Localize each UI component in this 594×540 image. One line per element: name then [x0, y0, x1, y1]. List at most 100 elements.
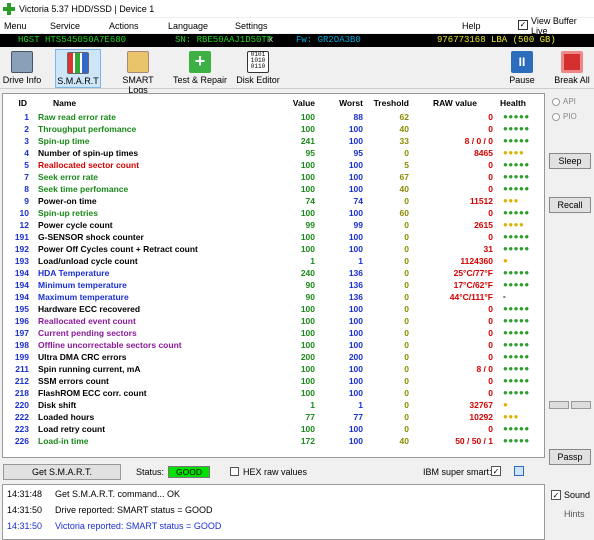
- table-row[interactable]: 212 SSM errors count 100 100 0 0 ●●●●●: [3, 376, 544, 388]
- table-row[interactable]: 220 Disk shift 1 1 0 32767 ●: [3, 400, 544, 412]
- menu-help[interactable]: Help: [462, 21, 481, 31]
- drive-info-button[interactable]: Drive Info: [1, 49, 43, 88]
- table-row[interactable]: 211 Spin running current, mA 100 100 0 8 / 0 ●…: [3, 364, 544, 376]
- api-label: API: [563, 97, 576, 106]
- radio-circle-icon: [552, 97, 560, 106]
- color-box-icon[interactable]: [514, 466, 524, 476]
- attr-treshold: 0: [404, 196, 409, 206]
- attr-treshold: 0: [404, 424, 409, 434]
- attr-name: SSM errors count: [38, 376, 109, 386]
- table-row[interactable]: 8 Seek time perfomance 100 100 40 0 ●●●●●: [3, 184, 544, 196]
- folder-icon: [127, 51, 149, 73]
- smart-tab-button[interactable]: S.M.A.R.T: [55, 49, 101, 88]
- hints-label: Hints: [564, 509, 585, 519]
- attr-value: 100: [300, 316, 315, 326]
- col-health[interactable]: Health: [500, 98, 526, 108]
- table-row[interactable]: 1 Raw read error rate 100 88 62 0 ●●●●●: [3, 112, 544, 124]
- table-row[interactable]: 197 Current pending sectors 100 100 0 0 ●●●●●: [3, 328, 544, 340]
- ibm-super-smart-checkbox[interactable]: ✓: [491, 466, 501, 476]
- slider-right[interactable]: [571, 401, 591, 409]
- attr-worst: 100: [348, 232, 363, 242]
- attr-name: Load retry count: [38, 424, 106, 434]
- attr-raw: 32767: [469, 400, 493, 410]
- attr-id: 10: [19, 208, 29, 218]
- table-row[interactable]: 4 Number of spin-up times 95 95 0 8465 ●●●●: [3, 148, 544, 160]
- attr-raw: 0: [488, 184, 493, 194]
- attr-treshold: 0: [404, 148, 409, 158]
- table-row[interactable]: 194 Maximum temperature 90 136 0 44°C/111°F -: [3, 292, 544, 304]
- attr-id: 12: [19, 220, 29, 230]
- table-row[interactable]: 218 FlashROM ECC corr. count 100 100 0 0 ●●●●●: [3, 388, 544, 400]
- api-radio[interactable]: API: [552, 97, 576, 106]
- table-row[interactable]: 199 Ultra DMA CRC errors 200 200 0 0 ●●●●●: [3, 352, 544, 364]
- table-row[interactable]: 5 Reallocated sector count 100 100 5 0 ●●●●●: [3, 160, 544, 172]
- attr-health: ●: [503, 400, 509, 409]
- disk-editor-button[interactable]: 0101 1010 0110 Disk Editor: [235, 49, 281, 88]
- slider-left[interactable]: [549, 401, 569, 409]
- attr-name: Power Off Cycles count + Retract count: [38, 244, 198, 254]
- table-row[interactable]: 223 Load retry count 100 100 0 0 ●●●●●: [3, 424, 544, 436]
- table-row[interactable]: 10 Spin-up retries 100 100 60 0 ●●●●●: [3, 208, 544, 220]
- attr-value: 90: [305, 280, 315, 290]
- table-row[interactable]: 3 Spin-up time 241 100 33 8 / 0 / 0 ●●●●●: [3, 136, 544, 148]
- sleep-button[interactable]: Sleep: [549, 153, 591, 169]
- col-worst[interactable]: Worst: [331, 98, 363, 108]
- attr-treshold: 0: [404, 280, 409, 290]
- table-row[interactable]: 192 Power Off Cycles count + Retract coun…: [3, 244, 544, 256]
- pause-button[interactable]: II Pause: [505, 49, 539, 88]
- attr-value: 100: [300, 124, 315, 134]
- menu-settings[interactable]: Settings: [235, 21, 268, 31]
- table-row[interactable]: 222 Loaded hours 77 77 0 10292 ●●●: [3, 412, 544, 424]
- table-row[interactable]: 7 Seek error rate 100 100 67 0 ●●●●●: [3, 172, 544, 184]
- attr-health: ●●●●●: [503, 436, 530, 445]
- recall-button[interactable]: Recall: [549, 197, 591, 213]
- table-row[interactable]: 194 HDA Temperature 240 136 0 25°C/77°F ●●●●●: [3, 268, 544, 280]
- table-row[interactable]: 226 Load-in time 172 100 40 50 / 50 / 1 ●●●●●: [3, 436, 544, 448]
- table-row[interactable]: 9 Power-on time 74 74 0 11512 ●●●: [3, 196, 544, 208]
- col-value[interactable]: Value: [283, 98, 315, 108]
- attr-id: 194: [14, 292, 29, 302]
- test-repair-button[interactable]: + Test & Repair: [172, 49, 228, 88]
- attr-name: Raw read error rate: [38, 112, 116, 122]
- title-bar: Victoria 5.37 HDD/SSD | Device 1: [0, 0, 594, 17]
- col-name[interactable]: Name: [53, 98, 76, 108]
- table-row[interactable]: 198 Offline uncorrectable sectors count 10…: [3, 340, 544, 352]
- table-row[interactable]: 191 G-SENSOR shock counter 100 100 0 0 ●●●●●: [3, 232, 544, 244]
- smart-logs-button[interactable]: SMART Logs: [112, 49, 164, 95]
- log-time: 14:31:50: [7, 505, 43, 515]
- status-label: Status:: [136, 467, 165, 477]
- table-row[interactable]: 195 Hardware ECC recovered 100 100 0 0 ●●●●●: [3, 304, 544, 316]
- get-smart-button[interactable]: Get S.M.A.R.T.: [3, 464, 121, 480]
- col-id[interactable]: ID: [3, 98, 28, 108]
- attr-health: ●●●●●: [503, 364, 530, 373]
- table-row[interactable]: 12 Power cycle count 99 99 0 2615 ●●●●: [3, 220, 544, 232]
- table-row[interactable]: 196 Reallocated event count 100 100 0 0 ●●●●●: [3, 316, 544, 328]
- attr-worst: 136: [348, 280, 363, 290]
- attr-value: 100: [300, 424, 315, 434]
- menu-menu[interactable]: Menu: [4, 21, 27, 31]
- pio-label: PIO: [563, 112, 577, 121]
- menu-language[interactable]: Language: [168, 21, 208, 31]
- disk-editor-label: Disk Editor: [236, 75, 280, 85]
- menu-service[interactable]: Service: [50, 21, 80, 31]
- device-close-button[interactable]: x: [268, 35, 273, 45]
- table-row[interactable]: 193 Load/unload cycle count 1 1 0 1124360 ●: [3, 256, 544, 268]
- view-buffer-checkbox[interactable]: ✓: [518, 20, 528, 30]
- attr-id: 195: [14, 304, 29, 314]
- attr-raw: 0: [488, 232, 493, 242]
- attr-raw: 1124360: [460, 256, 493, 266]
- attr-treshold: 0: [404, 232, 409, 242]
- status-bar: Get S.M.A.R.T. Status: GOOD HEX raw valu…: [0, 463, 545, 481]
- passp-button[interactable]: Passp: [549, 449, 591, 465]
- pio-radio[interactable]: PIO: [552, 112, 577, 121]
- hex-raw-checkbox[interactable]: [230, 467, 239, 476]
- menu-actions[interactable]: Actions: [109, 21, 139, 31]
- col-raw[interactable]: RAW value: [433, 98, 477, 108]
- attr-id: 197: [14, 328, 29, 338]
- sound-checkbox[interactable]: ✓: [551, 490, 561, 500]
- device-model[interactable]: HGST HTS545050A7E680: [18, 35, 126, 45]
- table-row[interactable]: 2 Throughput perfomance 100 100 40 0 ●●●●●: [3, 124, 544, 136]
- col-treshold[interactable]: Treshold: [373, 98, 409, 108]
- break-all-button[interactable]: Break All: [552, 49, 592, 88]
- table-row[interactable]: 194 Minimum temperature 90 136 0 17°C/62°F ●●●…: [3, 280, 544, 292]
